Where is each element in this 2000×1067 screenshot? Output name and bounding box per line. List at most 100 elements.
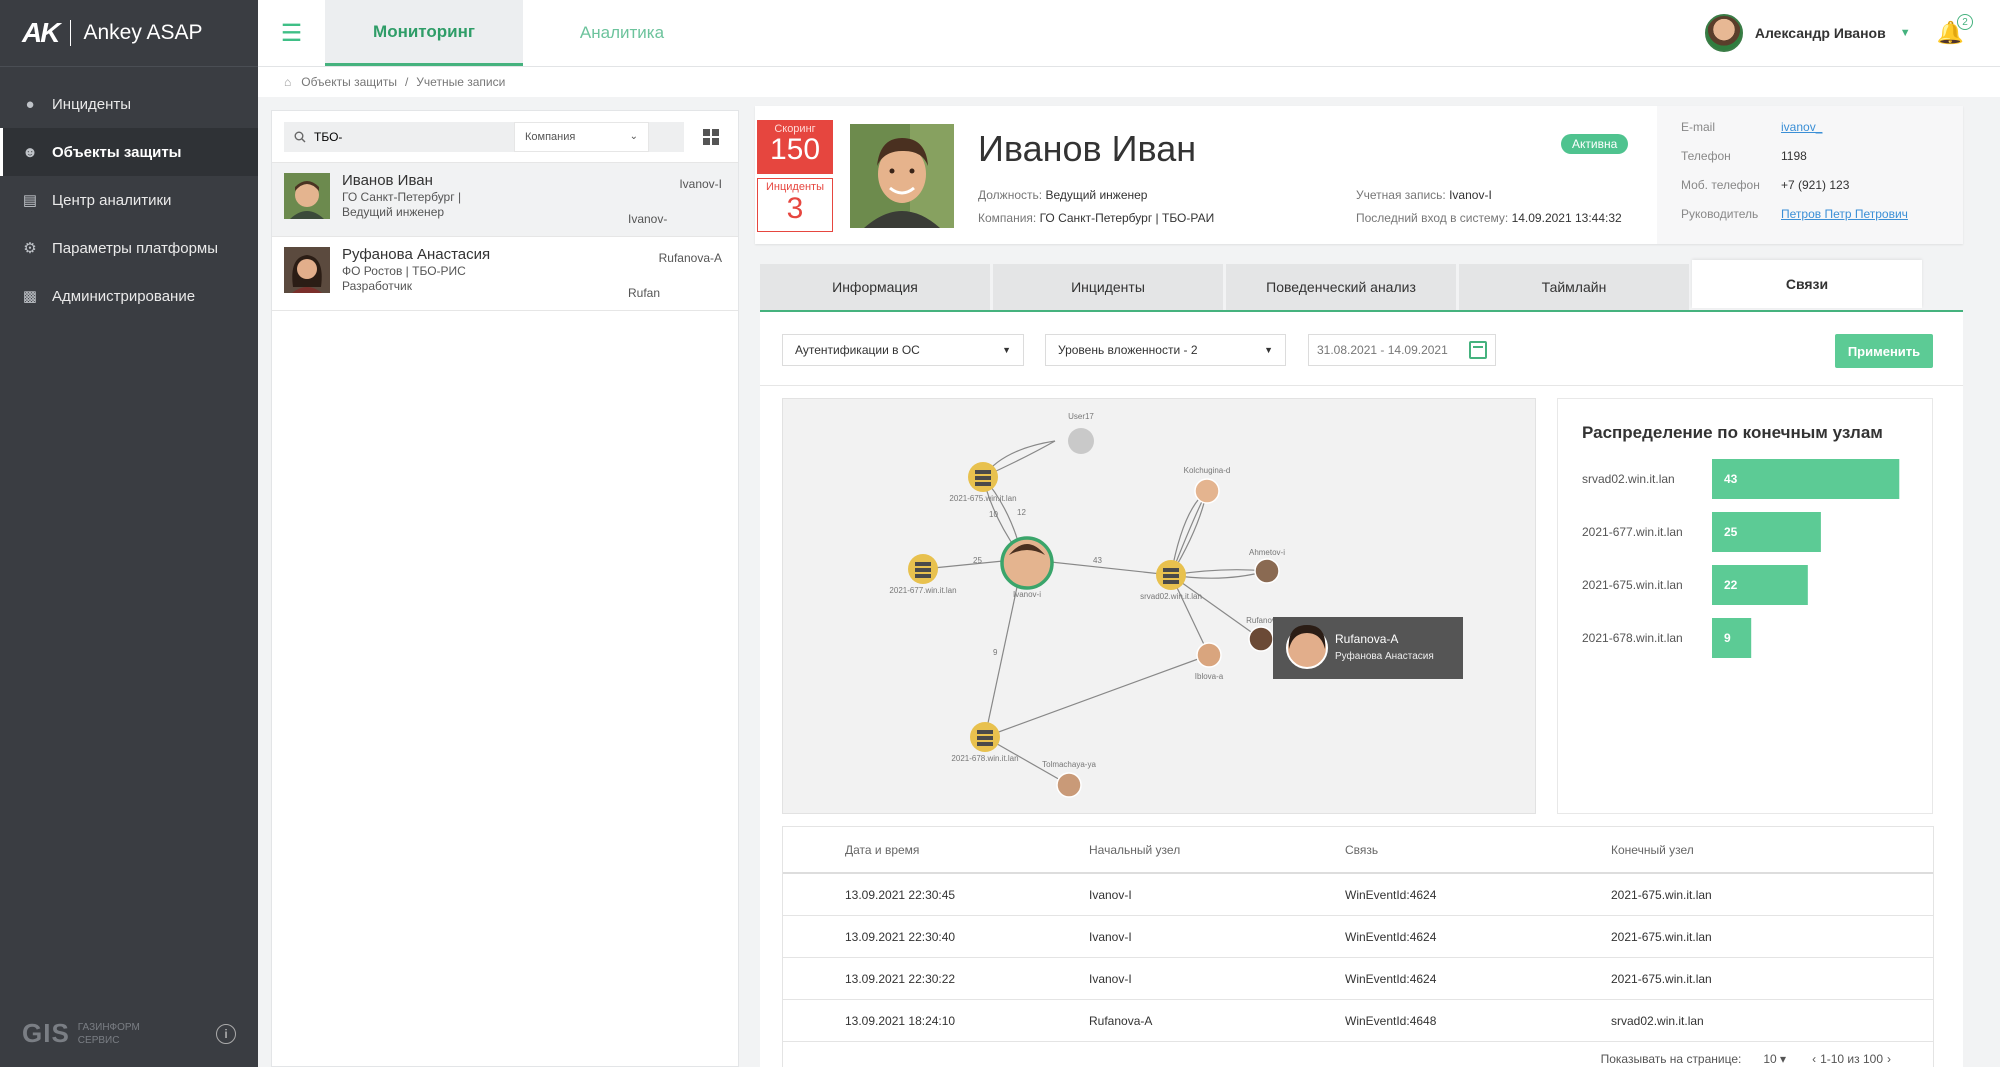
company-select[interactable]: Компания ⌄ bbox=[514, 121, 649, 152]
column-header[interactable]: Дата и время bbox=[783, 843, 1089, 857]
table-row[interactable]: 13.09.2021 22:30:45 Ivanov-I WinEventId:… bbox=[783, 874, 1933, 916]
app-name: Ankey ASAP bbox=[83, 21, 203, 44]
tab-information[interactable]: Информация bbox=[760, 264, 990, 310]
grid-view-icon[interactable] bbox=[696, 122, 726, 152]
table-row[interactable]: 13.09.2021 18:24:10 Rufanova-A WinEventI… bbox=[783, 1000, 1933, 1042]
sidebar-item-protected-objects[interactable]: ☻ Объекты защиты bbox=[0, 128, 258, 176]
tab-links[interactable]: Связи bbox=[1692, 260, 1922, 308]
table-header: Дата и время Начальный узел Связь Конечн… bbox=[783, 827, 1933, 874]
accounts-list-panel: Компания ⌄ Иванов Иван ГО Санкт-Петербур… bbox=[271, 110, 739, 1067]
sidebar-item-incidents[interactable]: ● Инциденты bbox=[0, 80, 258, 128]
filters-bar: Аутентификации в ОС ▼ Уровень вложенност… bbox=[760, 312, 1963, 386]
depth-select[interactable]: Уровень вложенности - 2 ▼ bbox=[1045, 334, 1286, 366]
link-graph-canvas[interactable]: 10 12 25 43 9 User17 2021-675.win.it.lan… bbox=[783, 399, 1537, 815]
graph-node-label: 2021-677.win.it.lan bbox=[889, 586, 956, 595]
profile-photo bbox=[850, 124, 954, 228]
table-row[interactable]: 13.09.2021 22:30:22 Ivanov-I WinEventId:… bbox=[783, 958, 1933, 1000]
home-icon[interactable]: ⌂ bbox=[284, 75, 291, 89]
profile-name: Иванов Иван bbox=[978, 128, 1197, 169]
distribution-chart: srvad02.win.it.lan 43 2021-677.win.it.lan 2… bbox=[1582, 459, 1900, 658]
sidebar-item-administration[interactable]: ▩ Администрирование bbox=[0, 272, 258, 320]
info-icon[interactable]: i bbox=[216, 1023, 236, 1044]
event-type-value: Аутентификации в ОС bbox=[795, 343, 920, 357]
calendar-icon[interactable] bbox=[1469, 341, 1487, 359]
event-type-select[interactable]: Аутентификации в ОС ▼ bbox=[782, 334, 1024, 366]
logo[interactable]: AK Ankey ASAP bbox=[0, 0, 258, 67]
user-menu[interactable]: Александр Иванов ▼ 🔔 2 bbox=[1704, 0, 2000, 66]
tab-behavior-analysis[interactable]: Поведенческий анализ bbox=[1226, 264, 1456, 310]
apply-button[interactable]: Применить bbox=[1835, 334, 1933, 368]
menu-icon[interactable]: ☰ bbox=[258, 0, 325, 66]
list-item[interactable]: Иванов Иван ГО Санкт-Петербург | Ведущий… bbox=[272, 163, 738, 237]
profile-tabs: Информация Инциденты Поведенческий анали… bbox=[760, 260, 1963, 312]
tab-timeline[interactable]: Таймлайн bbox=[1459, 264, 1689, 310]
avatar[interactable] bbox=[1704, 14, 1743, 52]
tab-analytics[interactable]: Аналитика bbox=[523, 0, 721, 66]
mobile-label: Моб. телефон bbox=[1681, 178, 1760, 192]
graph-node-srvad02[interactable]: srvad02.win.it.lan bbox=[1140, 560, 1202, 601]
person-info: Иванов Иван ГО Санкт-Петербург | Ведущий… bbox=[342, 173, 722, 236]
status-badge: Активна bbox=[1561, 134, 1629, 154]
graph-node-iblova[interactable]: Iblova-a bbox=[1195, 642, 1224, 681]
breadcrumb-item[interactable]: Учетные записи bbox=[416, 75, 505, 89]
phone-row: Телефон 1198 bbox=[1681, 149, 1963, 178]
tab-monitoring[interactable]: Мониторинг bbox=[325, 0, 523, 66]
graph-node-host-675[interactable]: 2021-675.win.it.lan bbox=[949, 462, 1017, 503]
mobile-value: +7 (921) 123 bbox=[1781, 178, 1850, 192]
edge-label: 9 bbox=[993, 648, 998, 657]
graph-node-label: Rufanov bbox=[1246, 616, 1276, 625]
phone-value: 1198 bbox=[1781, 149, 1807, 163]
graph-node-rufanova[interactable]: Rufanov bbox=[1246, 616, 1276, 652]
column-header[interactable]: Связь bbox=[1345, 843, 1611, 857]
mobile-row: Моб. телефон +7 (921) 123 bbox=[1681, 178, 1963, 207]
graph-node-label: Ahmetov-i bbox=[1249, 548, 1285, 557]
per-page-label: Показывать на странице: bbox=[1600, 1052, 1742, 1066]
search-box[interactable]: Компания ⌄ bbox=[284, 121, 684, 152]
graph-node-kolchugina[interactable]: Kolchugina-d bbox=[1184, 466, 1231, 504]
graph-node-label: 2021-675.win.it.lan bbox=[949, 494, 1016, 503]
email-label: E-mail bbox=[1681, 120, 1716, 134]
email-link[interactable]: ivanov_ bbox=[1781, 120, 1822, 134]
graph-node-ivanov[interactable]: Ivanov-i bbox=[1000, 536, 1054, 599]
sidebar: AK Ankey ASAP ● Инциденты ☻ Объекты защи… bbox=[0, 0, 258, 1067]
bar-value-label: 22 bbox=[1724, 578, 1738, 592]
chevron-down-icon[interactable]: ▼ bbox=[1900, 27, 1911, 39]
graph-node-label: Tolmachaya-ya bbox=[1042, 760, 1096, 769]
tab-incidents[interactable]: Инциденты bbox=[993, 264, 1223, 310]
graph-node-label: Ivanov-i bbox=[1013, 590, 1041, 599]
bell-icon[interactable]: 🔔 2 bbox=[1937, 14, 1973, 46]
search-input[interactable] bbox=[314, 129, 514, 144]
breadcrumb-separator: / bbox=[404, 75, 409, 89]
company-field: Компания: ГО Санкт-Петербург | ТБО-РАИ bbox=[978, 211, 1214, 225]
incidents-badge[interactable]: Инциденты 3 bbox=[757, 178, 833, 232]
date-range-picker[interactable]: 31.08.2021 - 14.09.2021 bbox=[1308, 334, 1496, 366]
graph-node-tolmachaya[interactable]: Tolmachaya-ya bbox=[1042, 760, 1096, 798]
breadcrumb-item[interactable]: Объекты защиты bbox=[301, 75, 397, 89]
column-header[interactable]: Конечный узел bbox=[1611, 843, 1911, 857]
prev-page-icon[interactable]: ‹ bbox=[1812, 1052, 1816, 1066]
email-row: E-mail ivanov_ bbox=[1681, 120, 1963, 149]
edge-label: 10 bbox=[989, 510, 998, 519]
bar[interactable] bbox=[1712, 618, 1752, 658]
sidebar-item-analytics-center[interactable]: ▤ Центр аналитики bbox=[0, 176, 258, 224]
table-cell: Rufanova-A bbox=[1089, 1013, 1153, 1028]
next-page-icon[interactable]: › bbox=[1887, 1052, 1891, 1066]
bar[interactable] bbox=[1712, 459, 1900, 499]
graph-node-host-677[interactable]: 2021-677.win.it.lan bbox=[889, 554, 957, 595]
table-row[interactable]: 13.09.2021 22:30:40 Ivanov-I WinEventId:… bbox=[783, 916, 1933, 958]
person-name: Иванов Иван bbox=[342, 172, 433, 189]
link-graph[interactable]: 10 12 25 43 9 User17 2021-675.win.it.lan… bbox=[782, 398, 1536, 814]
graph-node-label: srvad02.win.it.lan bbox=[1140, 592, 1202, 601]
per-page-select[interactable]: 10 ▾ bbox=[1763, 1052, 1786, 1066]
column-header[interactable]: Начальный узел bbox=[1089, 843, 1345, 857]
links-table-section: Дата и время Начальный узел Связь Конечн… bbox=[760, 826, 1963, 1067]
graph-node-ahmetov[interactable]: Ahmetov-i bbox=[1249, 548, 1285, 584]
manager-link[interactable]: Петров Петр Петрович bbox=[1781, 207, 1908, 221]
table-cell: 2021-675.win.it.lan bbox=[1611, 971, 1712, 986]
graph-node-user17[interactable]: User17 bbox=[1068, 412, 1094, 454]
account-value: Ivanov-I bbox=[1449, 188, 1492, 202]
list-item[interactable]: Руфанова Анастасия ФО Ростов | ТБО-РИС Р… bbox=[272, 237, 738, 311]
bar-value-label: 43 bbox=[1724, 472, 1738, 486]
sidebar-item-platform-params[interactable]: ⚙ Параметры платформы bbox=[0, 224, 258, 272]
user-name[interactable]: Александр Иванов bbox=[1755, 25, 1886, 41]
